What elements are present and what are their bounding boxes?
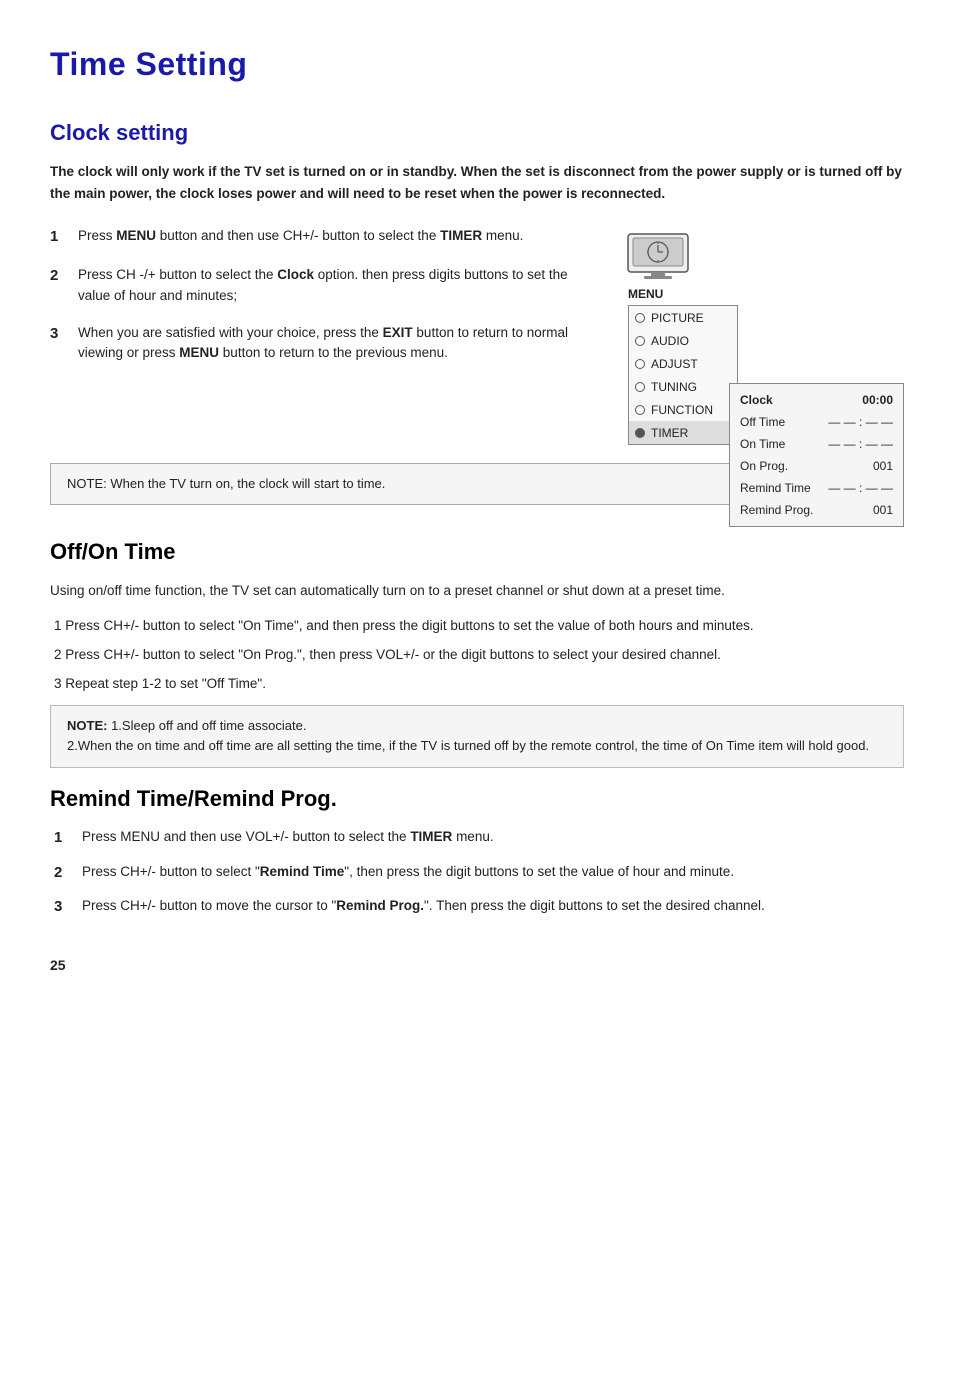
clock-step: 1 Press MENU button and then use CH+/- bu… — [50, 226, 584, 249]
submenu-box: Clock 00:00 Off Time — — : — — On Time — — : … — [729, 383, 904, 527]
remind-step: 2 Press CH+/- button to select "Remind Ti… — [54, 862, 904, 885]
submenu-item-label: Remind Time — [740, 479, 811, 497]
submenu-row: Off Time — — : — — — [740, 411, 893, 433]
submenu-row: Remind Time — — : — — — [740, 477, 893, 499]
offontime-intro: Using on/off time function, the TV set c… — [50, 580, 904, 602]
clock-step: 2 Press CH -/+ button to select the Clock… — [50, 265, 584, 307]
menu-item-label: ADJUST — [651, 355, 716, 373]
submenu-item-value: 001 — [873, 501, 893, 519]
tv-menu-diagram: MENU PICTURE AUDIO ADJUST TUNING FUNCTION TIM… — [614, 226, 904, 445]
submenu-item-label: On Prog. — [740, 457, 788, 475]
offontime-step: 3 Repeat step 1-2 to set "Off Time". — [54, 674, 904, 695]
menu-box: PICTURE AUDIO ADJUST TUNING FUNCTION TIMER — [628, 305, 738, 445]
clock-intro: The clock will only work if the TV set i… — [50, 161, 904, 204]
step-text: Press CH+/- button to select "Remind Tim… — [82, 862, 734, 883]
tv-icon — [624, 226, 692, 281]
submenu-item-value: 001 — [873, 457, 893, 475]
submenu-item-value: — — : — — — [828, 413, 893, 431]
submenu-item-label: Off Time — [740, 413, 785, 431]
remind-heading: Remind Time/Remind Prog. — [50, 782, 904, 815]
step-number: 3 — [54, 896, 72, 919]
offontime-step: 2 Press CH+/- button to select "On Prog.… — [54, 645, 904, 666]
step-number: 1 — [54, 827, 72, 850]
menu-circle-icon — [635, 405, 645, 415]
menu-label: MENU — [628, 285, 904, 303]
menu-row: TUNING — [629, 375, 737, 398]
submenu-row: On Time — — : — — — [740, 433, 893, 455]
submenu-item-label: On Time — [740, 435, 785, 453]
clock-heading: Clock setting — [50, 116, 904, 149]
remind-steps: 1 Press MENU and then use VOL+/- button t… — [54, 827, 904, 919]
menu-item-label: TIMER — [651, 424, 716, 442]
clock-steps: 1 Press MENU button and then use CH+/- bu… — [50, 226, 584, 445]
menu-row: FUNCTION — [629, 398, 737, 421]
menu-item-label: AUDIO — [651, 332, 716, 350]
offontime-heading: Off/On Time — [50, 535, 904, 568]
submenu-item-value: — — : — — — [828, 479, 893, 497]
menu-circle-icon — [635, 336, 645, 346]
offontime-section: Off/On Time Using on/off time function, … — [50, 535, 904, 768]
page-number: 25 — [50, 955, 904, 976]
step-number: 2 — [50, 265, 68, 288]
submenu-item-value: 00:00 — [862, 391, 893, 409]
menu-item-label: TUNING — [651, 378, 716, 396]
step-text: Press CH+/- button to move the cursor to… — [82, 896, 765, 917]
clock-step: 3 When you are satisfied with your choice… — [50, 323, 584, 365]
submenu-row: Clock 00:00 — [740, 389, 893, 411]
clock-section: Clock setting The clock will only work i… — [50, 116, 904, 505]
step-number: 1 — [50, 226, 68, 249]
step-text: Press MENU and then use VOL+/- button to… — [82, 827, 494, 848]
offontime-note-title: NOTE: 1.Sleep off and off time associate… — [67, 718, 869, 754]
step-number: 3 — [50, 323, 68, 346]
submenu-item-value: — — : — — — [828, 435, 893, 453]
step-text: Press CH -/+ button to select the Clock … — [78, 265, 584, 307]
remind-step: 1 Press MENU and then use VOL+/- button t… — [54, 827, 904, 850]
remind-section: Remind Time/Remind Prog. 1 Press MENU and… — [50, 782, 904, 919]
step-number: 2 — [54, 862, 72, 885]
menu-row: ADJUST — [629, 352, 737, 375]
menu-circle-icon — [635, 428, 645, 438]
menu-circle-icon — [635, 313, 645, 323]
submenu-item-label: Clock — [740, 391, 773, 409]
offontime-steps: 1 Press CH+/- button to select "On Time"… — [54, 616, 904, 695]
menu-circle-icon — [635, 382, 645, 392]
step-text: Press MENU button and then use CH+/- but… — [78, 226, 523, 247]
submenu-row: Remind Prog. 001 — [740, 499, 893, 521]
submenu-item-label: Remind Prog. — [740, 501, 813, 519]
menu-item-label: PICTURE — [651, 309, 716, 327]
remind-step: 3 Press CH+/- button to move the cursor t… — [54, 896, 904, 919]
offontime-step: 1 Press CH+/- button to select "On Time"… — [54, 616, 904, 637]
offontime-note: NOTE: 1.Sleep off and off time associate… — [50, 705, 904, 769]
clock-note-text: NOTE: When the TV turn on, the clock wil… — [67, 476, 385, 491]
step-text: When you are satisfied with your choice,… — [78, 323, 584, 365]
menu-item-label: FUNCTION — [651, 401, 716, 419]
menu-row: PICTURE — [629, 306, 737, 329]
submenu-row: On Prog. 001 — [740, 455, 893, 477]
menu-circle-icon — [635, 359, 645, 369]
page-title: Time Setting — [50, 40, 904, 88]
menu-row: AUDIO — [629, 329, 737, 352]
menu-row: TIMER — [629, 421, 737, 444]
